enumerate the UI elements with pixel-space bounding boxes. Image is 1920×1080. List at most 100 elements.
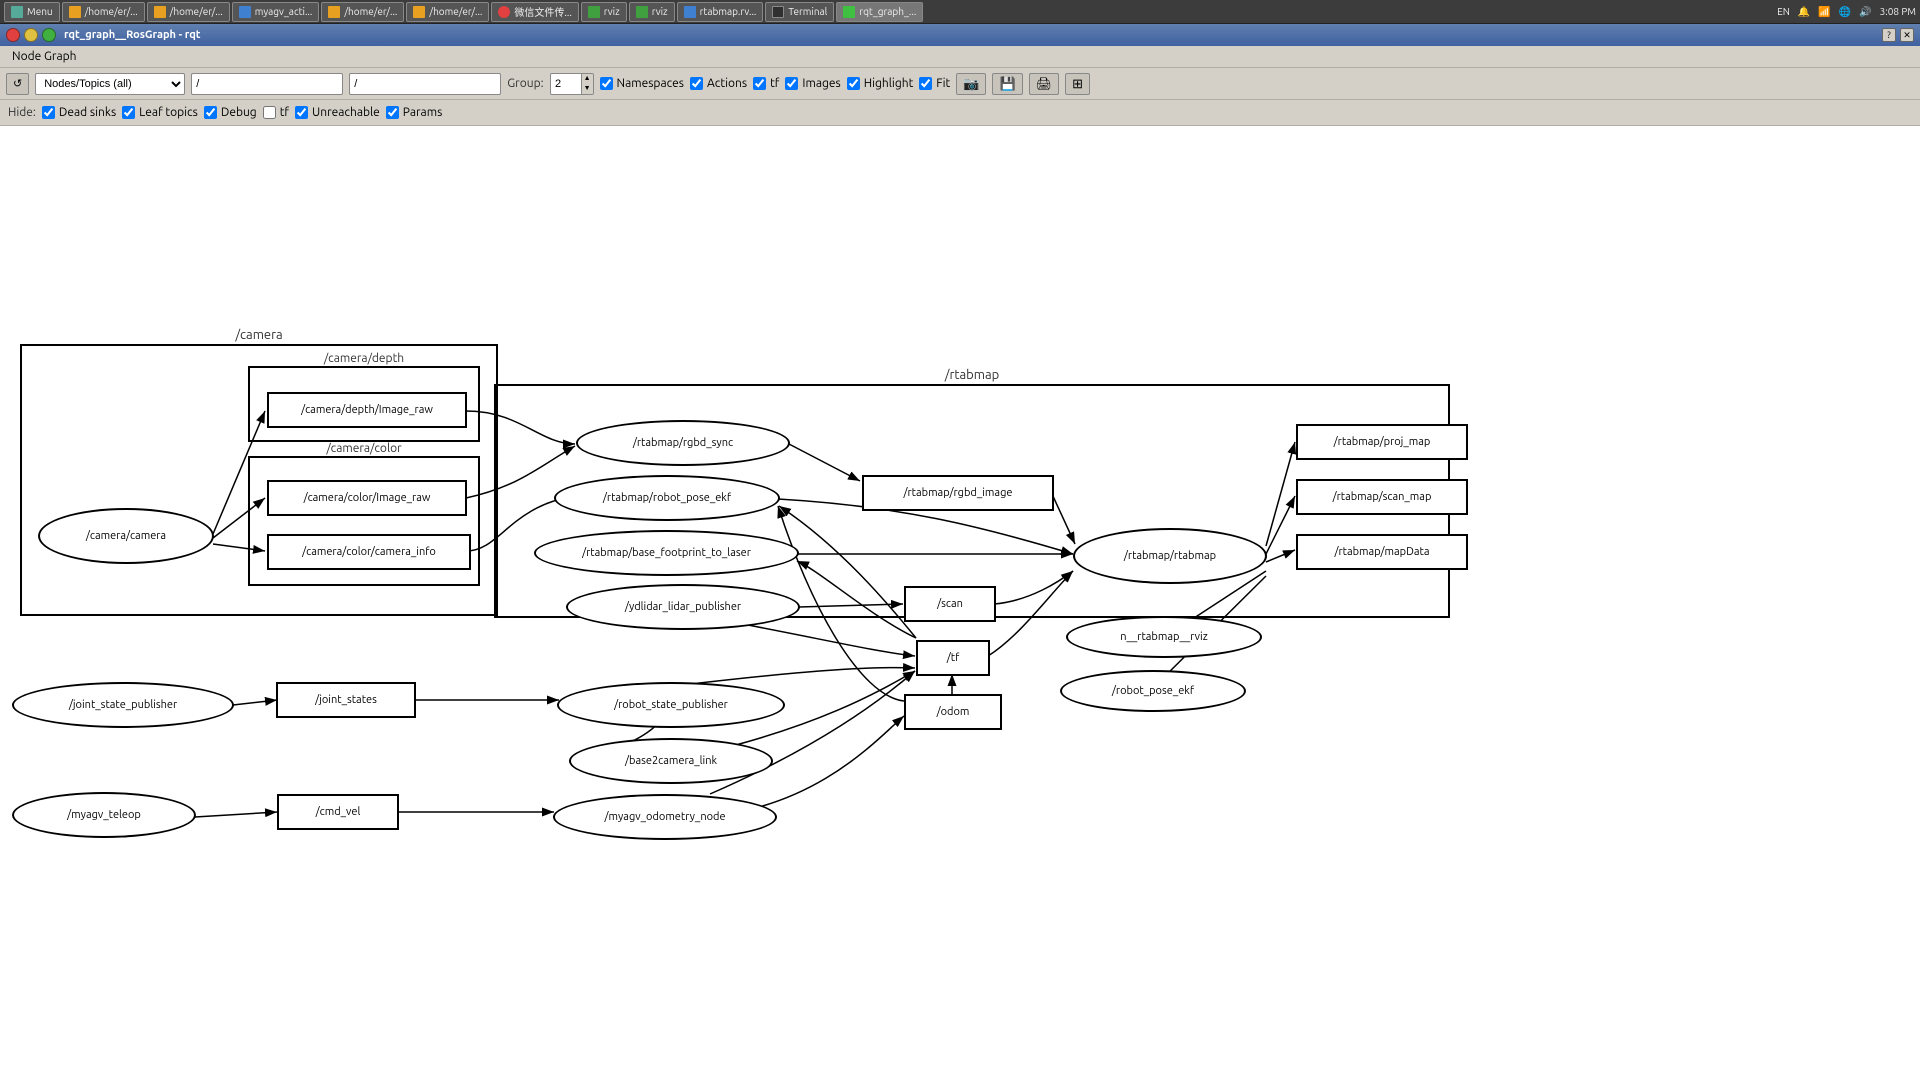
unreachable-checkbox[interactable] (295, 106, 308, 119)
dead-sinks-label: Dead sinks (59, 106, 116, 119)
taskbar-home4[interactable]: /home/er/... (406, 2, 489, 22)
node-rtabmap-rgbd-image[interactable]: /rtabmap/rgbd_image (862, 475, 1054, 511)
sound-icon: 🔊 (1859, 6, 1871, 18)
rtabmap-icon (684, 6, 696, 18)
notification-icon: 🔔 (1798, 6, 1810, 18)
dead-sinks-check: Dead sinks (42, 106, 116, 119)
hide-tf-checkbox[interactable] (263, 106, 276, 119)
taskbar-home1[interactable]: /home/er/... (62, 2, 145, 22)
taskbar-terminal[interactable]: Terminal (765, 2, 834, 22)
folder-icon (69, 6, 81, 18)
node-odom[interactable]: /odom (904, 694, 1002, 730)
spinner-down[interactable]: ▼ (581, 84, 593, 94)
node-joint-state-publisher[interactable]: /joint_state_publisher (12, 682, 234, 728)
folder-icon (328, 6, 340, 18)
node-rtabmap-proj-map[interactable]: /rtabmap/proj_map (1296, 424, 1468, 460)
group-input[interactable] (551, 74, 581, 94)
taskbar-rviz2[interactable]: rviz (629, 2, 675, 22)
fit-check: Fit (919, 77, 950, 90)
node-cmd-vel[interactable]: /cmd_vel (277, 794, 399, 830)
leaf-topics-label: Leaf topics (139, 106, 198, 119)
folder-icon (154, 6, 166, 18)
rqt-icon (843, 6, 855, 18)
images-check: Images (785, 77, 840, 90)
folder-icon (413, 6, 425, 18)
debug-checkbox[interactable] (204, 106, 217, 119)
rtabmap-group-label: /rtabmap (945, 368, 1000, 382)
node-robot-state-publisher[interactable]: /robot_state_publisher (557, 682, 785, 728)
graph-area: /camera /camera/depth /camera/color /rta… (0, 126, 1920, 1080)
wifi-icon: 📶 (1818, 6, 1830, 18)
taskbar-home3[interactable]: /home/er/... (321, 2, 404, 22)
minimize-button[interactable] (24, 28, 38, 42)
node-joint-states[interactable]: /joint_states (276, 682, 416, 718)
taskbar-rviz1[interactable]: rviz (581, 2, 627, 22)
window-close-button[interactable]: ✕ (1900, 28, 1914, 42)
node-rtabmap-rtabmap[interactable]: /rtabmap/rtabmap (1073, 528, 1267, 584)
group-spinner[interactable]: ▲ ▼ (550, 73, 594, 95)
namespaces-label: Namespaces (617, 77, 685, 90)
node-myagv-odometry[interactable]: /myagv_odometry_node (553, 794, 777, 840)
node-myagv-teleop[interactable]: /myagv_teleop (12, 792, 196, 838)
tf-checkbox[interactable] (753, 77, 766, 90)
node-camera-color-image-raw[interactable]: /camera/color/Image_raw (267, 480, 467, 516)
node-rtabmap-robot-pose-ekf[interactable]: /rtabmap/robot_pose_ekf (554, 475, 780, 521)
taskbar-wechat[interactable]: 微信文件传... (491, 2, 578, 22)
fit-checkbox[interactable] (919, 77, 932, 90)
node-n-rtabmap-rviz[interactable]: n__rtabmap__rviz (1066, 616, 1262, 658)
close-button[interactable] (6, 28, 20, 42)
node-rtabmap-base-footprint-to-laser[interactable]: /rtabmap/base_footprint_to_laser (534, 530, 799, 576)
spinner-up[interactable]: ▲ (581, 74, 593, 84)
tf-label: tf (770, 77, 779, 90)
taskbar-rtabmap[interactable]: rtabmap.rv... (677, 2, 764, 22)
menu-node-graph[interactable]: Node Graph (4, 48, 85, 65)
dead-sinks-checkbox[interactable] (42, 106, 55, 119)
taskbar-menu[interactable]: Menu (4, 2, 60, 22)
images-checkbox[interactable] (785, 77, 798, 90)
nodes-dropdown[interactable]: Nodes/Topics (all) (35, 73, 185, 95)
node-robot-pose-ekf[interactable]: /robot_pose_ekf (1060, 670, 1246, 712)
node-rtabmap-scan-map[interactable]: /rtabmap/scan_map (1296, 479, 1468, 515)
terminal-icon (772, 6, 784, 18)
toolbar: ↺ Nodes/Topics (all) Group: ▲ ▼ Namespac… (0, 68, 1920, 100)
node-rtabmap-mapdata[interactable]: /rtabmap/mapData (1296, 534, 1468, 570)
filter1-input[interactable] (191, 73, 343, 95)
app-icon (239, 6, 251, 18)
hide-tf-check: tf (263, 106, 289, 119)
expand-button[interactable]: ⊞ (1065, 73, 1090, 95)
params-checkbox[interactable] (386, 106, 399, 119)
filter2-input[interactable] (349, 73, 501, 95)
print-button[interactable]: 🖨 (1029, 73, 1060, 95)
menu-icon (11, 6, 23, 18)
wechat-icon (498, 6, 510, 18)
hide-bar: Hide: Dead sinks Leaf topics Debug tf Un… (0, 100, 1920, 126)
window-title: rqt_graph__RosGraph - rqt (64, 29, 201, 41)
taskbar-rqt[interactable]: rqt_graph_... (836, 2, 923, 22)
node-rtabmap-rgbd-sync[interactable]: /rtabmap/rgbd_sync (576, 420, 790, 466)
params-label: Params (403, 106, 443, 119)
debug-check: Debug (204, 106, 257, 119)
taskbar-myagv[interactable]: myagv_acti... (232, 2, 320, 22)
actions-checkbox[interactable] (690, 77, 703, 90)
highlight-checkbox[interactable] (847, 77, 860, 90)
node-camera-camera[interactable]: /camera/camera (38, 508, 214, 564)
node-scan[interactable]: /scan (904, 586, 996, 622)
leaf-topics-checkbox[interactable] (122, 106, 135, 119)
maximize-button[interactable] (42, 28, 56, 42)
refresh-button[interactable]: ↺ (6, 73, 29, 95)
hide-tf-label: tf (280, 106, 289, 119)
save-button[interactable]: 💾 (992, 73, 1022, 95)
taskbar-home2[interactable]: /home/er/... (147, 2, 230, 22)
node-camera-depth-image-raw[interactable]: /camera/depth/Image_raw (267, 392, 467, 428)
namespaces-checkbox[interactable] (600, 77, 613, 90)
screenshot-button[interactable]: 📷 (956, 73, 986, 95)
node-tf[interactable]: /tf (916, 640, 990, 676)
node-camera-color-camera-info[interactable]: /camera/color/camera_info (267, 534, 471, 570)
node-ydlidar[interactable]: /ydlidar_lidar_publisher (566, 584, 800, 630)
images-label: Images (802, 77, 840, 90)
spinner-arrows: ▲ ▼ (581, 74, 593, 94)
clock: 3:08 PM (1880, 6, 1916, 17)
node-base2camera-link[interactable]: /base2camera_link (569, 738, 773, 784)
leaf-topics-check: Leaf topics (122, 106, 198, 119)
help-button[interactable]: ? (1882, 28, 1896, 42)
